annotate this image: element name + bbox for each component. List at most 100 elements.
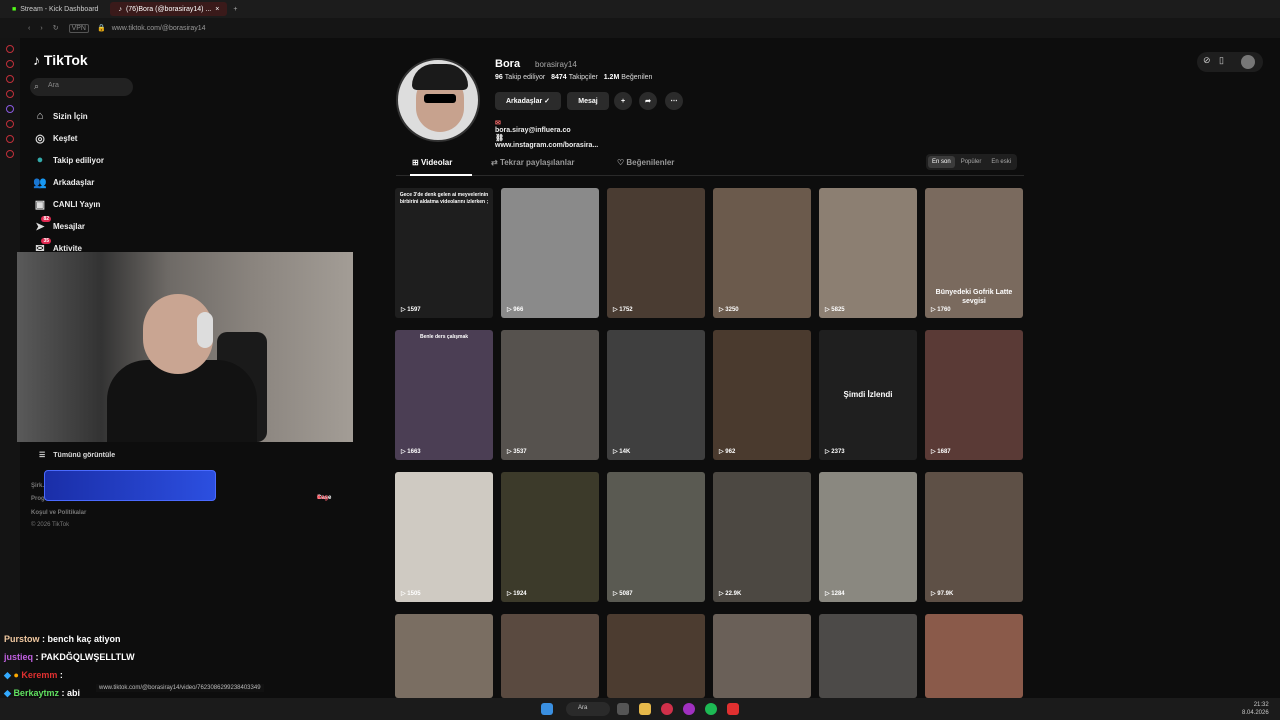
show-all-link[interactable]: ☰ Tümünü görüntüle: [39, 451, 115, 459]
video-card[interactable]: ▷ 1284: [819, 472, 917, 602]
tab-reposts[interactable]: ⇄ Tekrar paylaşılanlar: [491, 158, 575, 167]
view-count: ▷ 962: [719, 449, 736, 455]
status-bar-url: www.tiktok.com/@borasiray14/video/762308…: [96, 684, 264, 692]
forward-icon[interactable]: ›: [40, 25, 42, 32]
sidebar-app-icon[interactable]: [6, 120, 14, 128]
close-tab-icon[interactable]: ×: [215, 6, 219, 13]
tab-videos[interactable]: ⊞ Videolar: [412, 158, 452, 167]
add-friend-button[interactable]: +: [614, 92, 632, 110]
friends-button[interactable]: Arkadaşlar ✓: [495, 92, 561, 110]
sidebar-item-for-you[interactable]: ⌂ Sizin İçin: [30, 105, 104, 127]
sort-oldest[interactable]: En eski: [987, 156, 1015, 168]
video-card[interactable]: [607, 614, 705, 698]
sidebar-item-friends[interactable]: 👥 Arkadaşlar: [30, 171, 104, 193]
browser-tab-kick[interactable]: ■ Stream - Kick Dashboard: [4, 2, 106, 16]
video-card[interactable]: ▷ 22.9K: [713, 472, 811, 602]
footer-terms[interactable]: Koşul ve Politikalar: [31, 510, 86, 516]
followers-label[interactable]: Takipçiler: [569, 74, 598, 81]
taskbar-search[interactable]: Ara: [566, 702, 610, 716]
video-card[interactable]: ▷ 3537: [501, 330, 599, 460]
video-card[interactable]: Bünyedeki Gofrik Latte sevgisi ▷ 1760: [925, 188, 1023, 318]
video-card[interactable]: ▷ 14K: [607, 330, 705, 460]
sidebar-item-explore[interactable]: ◎ Keşfet: [30, 127, 104, 149]
profile-avatar[interactable]: [396, 58, 480, 142]
view-count: ▷ 1284: [825, 591, 845, 597]
followers-count: 8474: [551, 74, 567, 81]
video-card[interactable]: [395, 614, 493, 698]
spotify-icon[interactable]: [705, 703, 717, 715]
view-count: ▷ 1505: [401, 591, 421, 597]
sidebar-app-icon[interactable]: [6, 105, 14, 113]
file-explorer-icon[interactable]: [639, 703, 651, 715]
url-field[interactable]: www.tiktok.com/@borasiray14: [112, 25, 206, 32]
opera-icon[interactable]: [661, 703, 673, 715]
app-icon[interactable]: [683, 703, 695, 715]
windows-taskbar: Ara 21:32 8.04.2026: [0, 698, 1280, 720]
sort-popular[interactable]: Popüler: [957, 156, 986, 168]
list-icon: ☰: [39, 452, 46, 459]
email-link[interactable]: ✉ bora.siray@influera.co: [495, 119, 571, 134]
kick-icon: ■: [12, 5, 17, 13]
webcam-overlay: [17, 252, 353, 442]
video-card[interactable]: ▷ 962: [713, 330, 811, 460]
video-card[interactable]: [925, 614, 1023, 698]
compass-icon[interactable]: ⊘: [1203, 55, 1211, 66]
share-button[interactable]: ➦: [639, 92, 657, 110]
sidebar-app-icon[interactable]: [6, 150, 14, 158]
user-avatar-small[interactable]: [1241, 55, 1255, 69]
clock[interactable]: 21:32 8.04.2026: [1242, 701, 1269, 717]
video-card[interactable]: Şimdi İzlendi ▷ 2373: [819, 330, 917, 460]
browser-tab-tiktok[interactable]: ♪ (76)Bora (@borasiray14) ... ×: [110, 2, 228, 16]
sidebar-app-icon[interactable]: [6, 60, 14, 68]
sidebar-app-icon[interactable]: [6, 45, 14, 53]
view-count: ▷ 22.9K: [719, 591, 742, 597]
sidebar-item-live[interactable]: ▣ CANLI Yayın: [30, 193, 104, 215]
more-icon: ⋯: [670, 98, 678, 105]
video-card[interactable]: ▷ 3250: [713, 188, 811, 318]
back-icon[interactable]: ‹: [28, 25, 30, 32]
video-card[interactable]: Gece 3'de denk gelen ai meyvelerinin bir…: [395, 188, 493, 318]
watched-label: Şimdi İzlendi: [843, 390, 893, 399]
video-card[interactable]: ▷ 1505: [395, 472, 493, 602]
more-button[interactable]: ⋯: [665, 92, 683, 110]
new-tab-icon[interactable]: +: [233, 6, 237, 13]
share-icon: ➦: [645, 98, 651, 105]
vpn-badge[interactable]: VPN: [68, 23, 89, 33]
obs-icon[interactable]: [727, 703, 739, 715]
video-card[interactable]: ▷ 97.9K: [925, 472, 1023, 602]
sidebar-app-icon[interactable]: [6, 75, 14, 83]
video-card[interactable]: [501, 614, 599, 698]
video-card[interactable]: ▷ 1687: [925, 330, 1023, 460]
footer-copyright: © 2026 TikTok: [31, 522, 70, 528]
sidebar-app-icon[interactable]: [6, 90, 14, 98]
sidebar-item-following[interactable]: ● Takip ediliyor: [30, 149, 104, 171]
view-count: ▷ 3537: [507, 449, 527, 455]
task-view-icon[interactable]: [617, 703, 629, 715]
video-card[interactable]: [819, 614, 917, 698]
sidebar-item-messages[interactable]: ➤ 82 Mesajlar: [30, 215, 104, 237]
sort-latest[interactable]: En son: [928, 156, 955, 168]
tiktok-logo[interactable]: ♪ TikTok: [33, 52, 88, 68]
view-count: ▷ 1663: [401, 449, 421, 455]
video-card[interactable]: ▷ 5087: [607, 472, 705, 602]
video-card[interactable]: ▷ 966: [501, 188, 599, 318]
message-button[interactable]: Mesaj: [567, 92, 609, 110]
video-card[interactable]: ▷ 1924: [501, 472, 599, 602]
search-placeholder: Ara: [48, 82, 59, 89]
video-card[interactable]: [713, 614, 811, 698]
headphones: [197, 312, 213, 348]
tab-liked[interactable]: ♡ Beğenilenler: [617, 158, 674, 167]
address-bar: ‹ › ↻ VPN 🔒 www.tiktok.com/@borasiray14: [0, 18, 1280, 38]
instagram-link[interactable]: ⛓ www.instagram.com/borasira...: [495, 134, 598, 149]
search-icon: ⌕: [34, 81, 40, 91]
video-card[interactable]: ▷ 1752: [607, 188, 705, 318]
reload-icon[interactable]: ↻: [53, 24, 59, 32]
mail-icon: ✉: [495, 120, 501, 127]
video-card[interactable]: Benle ders çalışmak ▷ 1663: [395, 330, 493, 460]
windows-start-icon[interactable]: [541, 703, 553, 715]
following-label[interactable]: Takip ediliyor: [505, 74, 545, 81]
sidebar-app-icon[interactable]: [6, 135, 14, 143]
video-card[interactable]: ▷ 5825: [819, 188, 917, 318]
device-icon[interactable]: ▯: [1219, 55, 1224, 66]
search-input[interactable]: ⌕ Ara: [30, 78, 133, 96]
